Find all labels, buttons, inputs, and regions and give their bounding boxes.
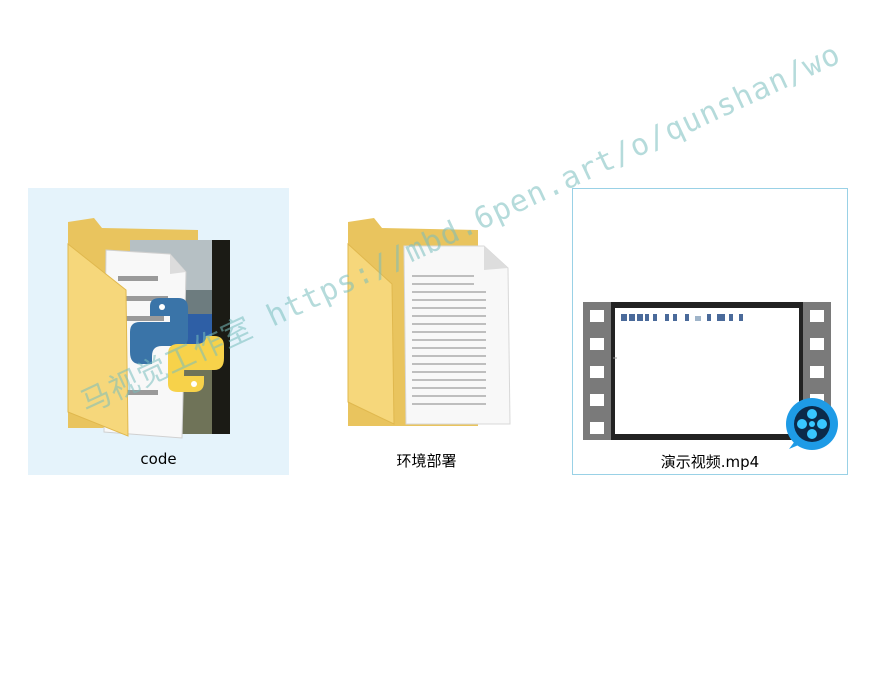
file-explorer-view: code 环境部署 演示视频.mp4 马视觉工作室 https://mbd.6p…	[0, 0, 888, 674]
file-item-code[interactable]: code	[28, 188, 289, 475]
document-folder-icon	[347, 218, 511, 426]
file-name-label: code	[140, 450, 177, 468]
file-item-deploy[interactable]: 环境部署	[296, 188, 557, 475]
python-folder-icon	[67, 218, 230, 439]
file-item-demo-video[interactable]: 演示视频.mp4	[572, 188, 848, 475]
file-name-label: 演示视频.mp4	[660, 453, 760, 471]
video-player-badge-icon	[786, 398, 838, 450]
file-name-label: 环境部署	[396, 452, 457, 470]
